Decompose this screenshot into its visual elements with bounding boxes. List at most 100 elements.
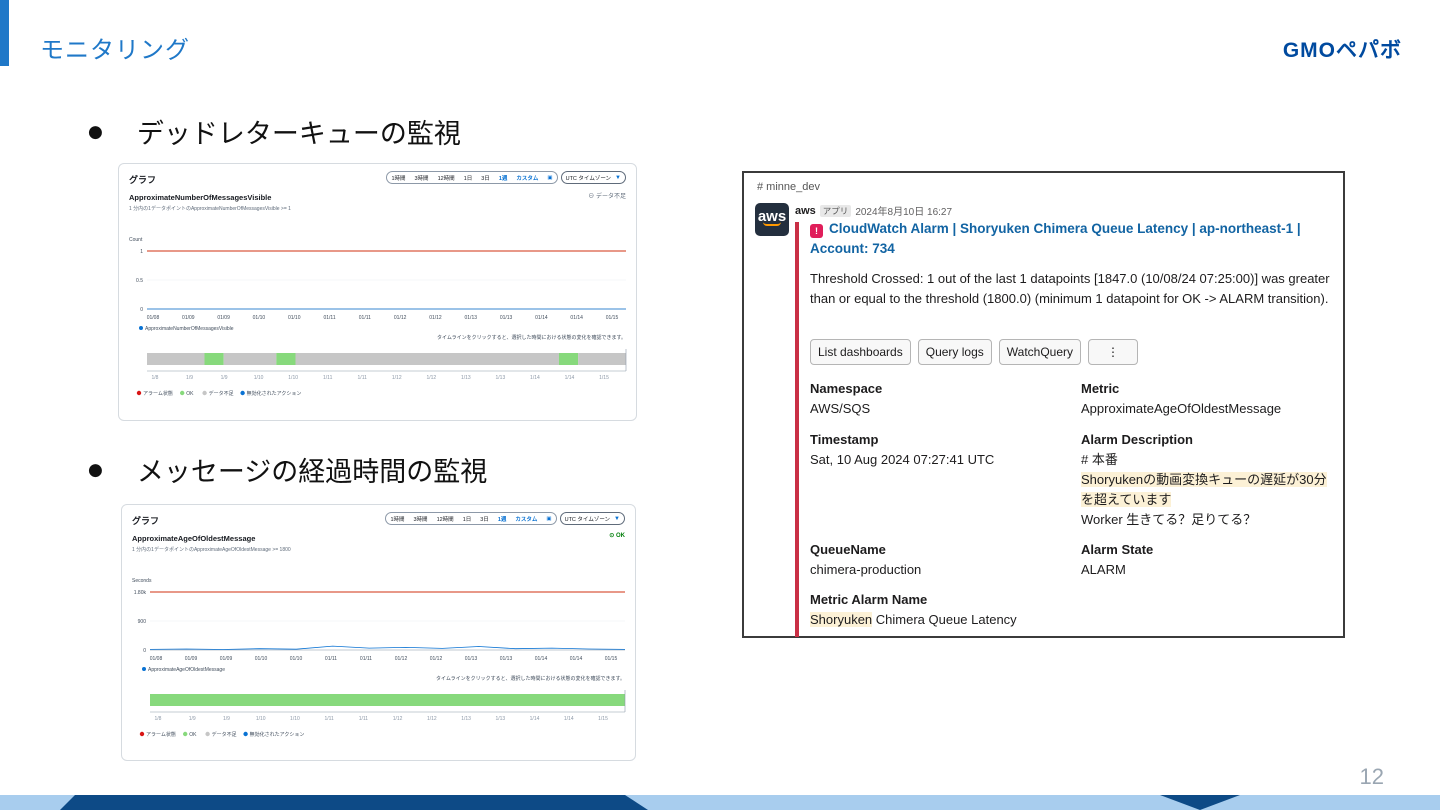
aws-logo-text: aws <box>757 208 787 225</box>
x-tick-label: 01/09 <box>217 315 230 321</box>
aws-avatar[interactable]: aws <box>755 203 789 236</box>
state-legend-swatch <box>205 731 210 737</box>
timeline-tick-label: 1/8 <box>155 716 162 722</box>
alarm-title-link[interactable]: ! CloudWatch Alarm | Shoryuken Chimera Qu… <box>810 219 1338 259</box>
field-label: Metric <box>1081 381 1120 396</box>
sender-name[interactable]: aws <box>795 205 816 217</box>
legend-label: ApproximateNumberOfMessagesVisible <box>145 326 234 332</box>
slide: モニタリング GMOペパボ ● デッドレターキューの監視 ● メッセージの経過時… <box>0 0 1440 810</box>
x-tick-label: 01/11 <box>325 656 337 662</box>
query-logs-button[interactable]: Query logs <box>917 339 992 365</box>
state-legend-swatch <box>139 731 145 737</box>
y-tick-label: 0 <box>143 648 146 654</box>
attachment-color-bar <box>795 222 799 637</box>
message-header: aws アプリ 2024年8月10日 16:27 <box>795 203 952 218</box>
timeline-hint: タイムラインをクリックすると、選択した時間における状態の変化を確認できます。 <box>437 334 626 341</box>
field-value-line: を超えています <box>1081 492 1172 507</box>
timeline-tick-label: 1/11 <box>358 375 368 381</box>
state-legend-swatch <box>202 390 207 396</box>
x-tick-label: 01/12 <box>394 315 407 321</box>
field-queue-name: QueueName chimera-production <box>810 540 921 580</box>
x-tick-label: 01/09 <box>182 315 195 321</box>
bullet-dot-icon: ● <box>88 459 103 480</box>
footer-dark-trapezoid <box>60 795 648 810</box>
timeline-tick-label: 1/14 <box>565 375 575 381</box>
channel-name[interactable]: # minne_dev <box>757 181 820 193</box>
y-tick-label: 1.80k <box>134 590 147 596</box>
y-tick-label: 0 <box>140 307 143 313</box>
timeline-tick-label: 1/10 <box>290 716 300 722</box>
watchquery-button[interactable]: WatchQuery <box>998 339 1082 365</box>
field-value: Sat, 10 Aug 2024 07:27:41 UTC <box>810 452 995 467</box>
x-tick-label: 01/10 <box>290 656 303 662</box>
state-legend-label: 無効化されたアクション <box>247 390 302 397</box>
bullet-text: デッドレターキューの監視 <box>136 119 461 150</box>
gmo-pepabo-logo: GMOペパボ <box>1282 39 1402 62</box>
timeline-hint: タイムラインをクリックすると、選択した時間における状態の変化を確認できます。 <box>436 675 625 682</box>
x-tick-label: 01/08 <box>147 315 160 321</box>
timeline-tick-label: 1/12 <box>426 375 436 381</box>
action-buttons: List dashboards Query logs WatchQuery ⋮ <box>810 339 1139 365</box>
x-tick-label: 01/13 <box>500 315 513 321</box>
field-label: Metric Alarm Name <box>810 592 928 607</box>
footer-band <box>0 795 1440 810</box>
timeline-tick-label: 1/9 <box>221 375 228 381</box>
field-label: Namespace <box>810 381 883 396</box>
series-line <box>149 645 626 650</box>
timeline-segment-ok <box>558 353 579 365</box>
x-tick-label: 01/11 <box>323 315 335 321</box>
field-value-highlight: Shoryuken <box>810 612 873 627</box>
field-namespace: Namespace AWS/SQS <box>810 379 882 419</box>
y-axis-label: Count <box>129 237 143 243</box>
timeline-segment-insufficient <box>295 353 559 365</box>
legend-swatch <box>142 667 146 671</box>
siren-icon: ! <box>810 224 823 238</box>
timeline-tick-label: 1/10 <box>254 375 264 381</box>
bullet-text: メッセージの経過時間の監視 <box>136 457 488 488</box>
x-tick-label: 01/14 <box>535 315 548 321</box>
message-timestamp[interactable]: 2024年8月10日 16:27 <box>855 203 952 218</box>
timeline-segment-insufficient <box>223 353 277 365</box>
timeline-tick-label: 1/9 <box>223 716 230 722</box>
x-tick-label: 01/10 <box>255 656 268 662</box>
field-label: QueueName <box>810 542 886 557</box>
timeline-tick-label: 1/12 <box>393 716 403 722</box>
field-alarm-state: Alarm State ALARM <box>1081 540 1153 580</box>
state-legend-label: アラーム状態 <box>146 731 176 738</box>
metric-chart: Count 1 0.5 0 01/08 01/09 01/09 01/10 01/10 01/11… <box>129 237 627 397</box>
state-legend-swatch <box>180 390 185 396</box>
x-tick-label: 01/14 <box>535 656 548 662</box>
cloudwatch-graph-card: グラフ 1時間 3時間 12時間 1日 3日 1週 カスタム ▣ UTC タイム… <box>118 163 637 421</box>
field-label: Alarm Description <box>1081 432 1193 447</box>
alarm-message: Threshold Crossed: 1 out of the last 1 d… <box>810 271 1330 306</box>
x-tick-label: 01/14 <box>570 656 583 662</box>
timeline-tick-label: 1/13 <box>461 716 471 722</box>
timeline-tick-label: 1/15 <box>598 716 608 722</box>
cloudwatch-graph-card: グラフ 1時間 3時間 12時間 1日 3日 1週 カスタム ▣ UTC タイム… <box>121 504 636 761</box>
field-metric-alarm-name: Metric Alarm Name Shoryuken Chimera Queu… <box>810 590 1017 630</box>
timeline-tick-label: 1/12 <box>427 716 437 722</box>
x-tick-label: 01/09 <box>220 656 233 662</box>
state-legend-label: データ不足 <box>209 390 234 397</box>
state-legend-label: データ不足 <box>212 731 237 738</box>
field-value: ALARM <box>1081 562 1126 577</box>
list-dashboards-button[interactable]: List dashboards <box>810 339 911 365</box>
field-value: chimera-production <box>810 562 922 577</box>
state-legend-swatch <box>183 731 188 737</box>
timeline-tick-label: 1/10 <box>256 716 266 722</box>
timeline-tick-label: 1/9 <box>186 375 193 381</box>
timeline-tick-label: 1/8 <box>152 375 159 381</box>
x-tick-label: 01/13 <box>465 315 478 321</box>
more-actions-icon[interactable]: ⋮ <box>1088 339 1139 365</box>
timeline-segment-ok <box>276 353 296 365</box>
page-number: 12 <box>1359 764 1384 789</box>
timeline-tick-label: 1/12 <box>392 375 402 381</box>
x-tick-label: 01/12 <box>430 656 443 662</box>
timeline-tick-label: 1/13 <box>461 375 471 381</box>
field-value: ApproximateAgeOfOldestMessage <box>1081 401 1282 416</box>
legend-label: ApproximateAgeOfOldestMessage <box>148 667 225 673</box>
x-tick-label: 01/13 <box>500 656 513 662</box>
x-tick-label: 01/11 <box>359 315 371 321</box>
y-tick-label: 900 <box>138 619 147 625</box>
bullet-dead-letter: ● デッドレターキューの監視 <box>88 112 461 151</box>
